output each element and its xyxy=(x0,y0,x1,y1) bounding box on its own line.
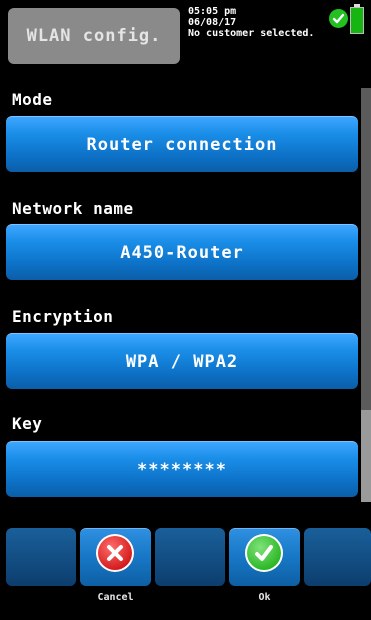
check-circle-icon xyxy=(329,9,348,28)
encryption-button[interactable]: WPA / WPA2 xyxy=(6,333,358,389)
network-name-label: Network name xyxy=(12,199,134,218)
network-name-button[interactable]: A450-Router xyxy=(6,224,358,280)
clock-time: 05:05 pm xyxy=(188,6,237,17)
softkey-slot-1 xyxy=(6,528,76,586)
cancel-icon[interactable] xyxy=(96,534,134,572)
mode-label: Mode xyxy=(12,90,53,109)
key-button[interactable]: ******** xyxy=(6,441,358,497)
softkey-slot-3 xyxy=(155,528,225,586)
date: 06/08/17 xyxy=(188,17,237,28)
page-title: WLAN config. xyxy=(8,8,180,64)
key-label: Key xyxy=(12,414,43,433)
ok-check-icon[interactable] xyxy=(245,534,283,572)
customer-status: No customer selected. xyxy=(188,28,315,39)
softkey-slot-5 xyxy=(304,528,371,586)
encryption-label: Encryption xyxy=(12,307,114,326)
battery-icon xyxy=(350,4,364,34)
mode-button[interactable]: Router connection xyxy=(6,116,358,172)
header-bar: WLAN config. 05:05 pm 06/08/17 No custom… xyxy=(0,0,371,74)
cancel-label: Cancel xyxy=(97,592,134,603)
status-area: 05:05 pm 06/08/17 No customer selected. xyxy=(188,6,314,39)
ok-label: Ok xyxy=(258,592,271,603)
scrollbar-thumb[interactable] xyxy=(361,410,371,502)
